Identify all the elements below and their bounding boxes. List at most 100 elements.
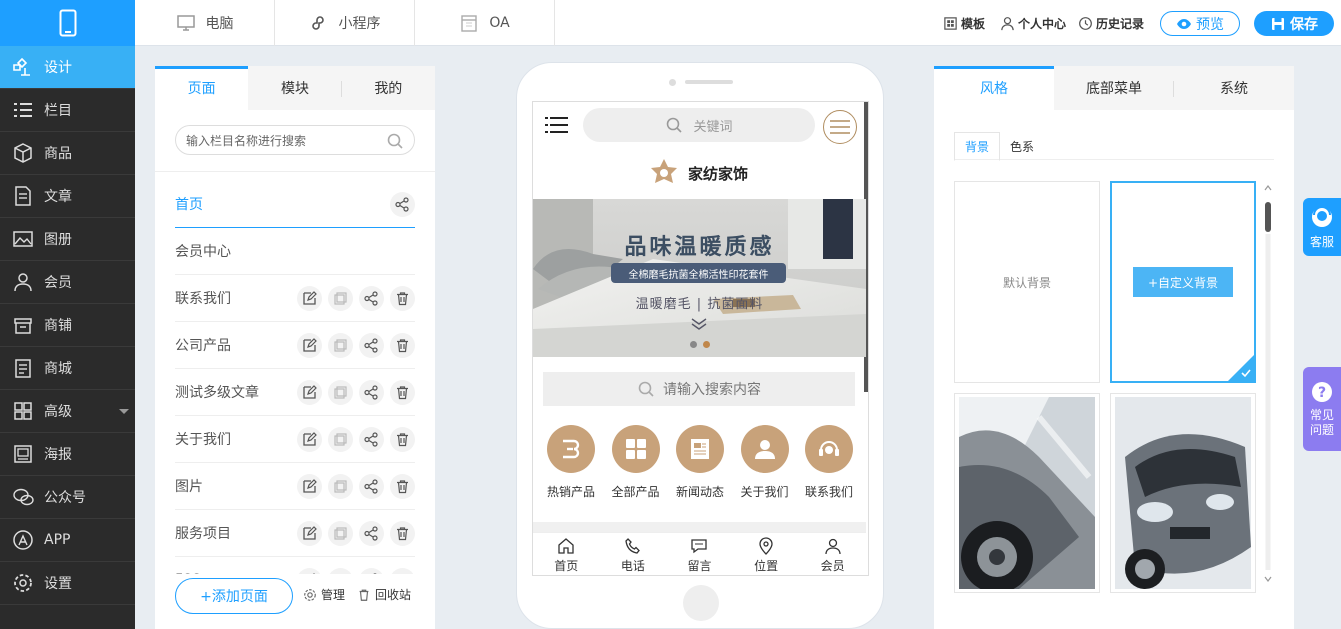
tab-mine[interactable]: 我的 <box>342 66 435 110</box>
delete-button[interactable] <box>390 285 415 311</box>
quick-link-all-products[interactable]: 全部产品 <box>605 425 667 500</box>
share-button[interactable] <box>359 426 384 452</box>
copy-button[interactable] <box>328 426 353 452</box>
page-row[interactable]: 服务项目 <box>175 510 415 557</box>
car-background-option-2[interactable] <box>1110 393 1256 593</box>
tabbar-member[interactable]: 会员 <box>799 533 866 575</box>
personal-center-link[interactable]: 个人中心 <box>1000 0 1066 46</box>
device-tab-pc[interactable]: 电脑 <box>135 0 275 46</box>
sidebar-item-shop[interactable]: 商铺 <box>0 304 135 347</box>
subtab-color-scheme[interactable]: 色系 <box>1000 132 1044 160</box>
add-page-button[interactable]: +添加页面 <box>175 578 293 614</box>
manage-link[interactable]: 管理 <box>303 586 345 603</box>
hamburger-circle-button[interactable] <box>823 110 857 144</box>
sidebar-item-grid[interactable]: 高级 <box>0 390 135 433</box>
sidebar-item-design[interactable]: 设计 <box>0 46 135 89</box>
sidebar-item-user[interactable]: 会员 <box>0 261 135 304</box>
car-background-option-1[interactable] <box>954 393 1100 593</box>
tabbar-home[interactable]: 首页 <box>533 533 600 575</box>
page-row[interactable]: 图片 <box>175 463 415 510</box>
carousel-dot-active[interactable] <box>703 341 710 348</box>
carousel-dot[interactable] <box>690 341 697 348</box>
tabbar-location[interactable]: 位置 <box>733 533 800 575</box>
delete-button[interactable] <box>390 332 415 358</box>
caret-down-icon[interactable] <box>119 409 129 414</box>
copy-button[interactable] <box>328 332 353 358</box>
share-button[interactable] <box>359 520 384 546</box>
delete-button[interactable] <box>390 567 415 574</box>
custom-background-button[interactable]: +自定义背景 <box>1133 267 1233 297</box>
delete-button[interactable] <box>390 379 415 405</box>
sidebar-item-poster[interactable]: 海报 <box>0 433 135 476</box>
phone-search-bar[interactable]: 关键词 <box>583 108 815 142</box>
delete-button[interactable] <box>390 426 415 452</box>
edit-button[interactable] <box>297 567 322 574</box>
quick-link-about[interactable]: 关于我们 <box>734 425 796 500</box>
tabbar-phone[interactable]: 电话 <box>600 533 667 575</box>
sidebar-item-wechat[interactable]: 公众号 <box>0 476 135 519</box>
sidebar-item-image[interactable]: 图册 <box>0 218 135 261</box>
phone-screen[interactable]: 关键词 家纺家饰 品味温暖质感 全棉磨毛抗菌全棉活性印花套件 温暖磨毛 | 抗菌… <box>532 101 869 576</box>
subtab-background[interactable]: 背景 <box>954 132 1001 161</box>
share-button[interactable] <box>390 191 415 217</box>
edit-button[interactable] <box>297 520 322 546</box>
page-search-input[interactable]: 输入栏目名称进行搜索 <box>175 125 415 155</box>
tab-bottom-menu[interactable]: 底部菜单 <box>1054 66 1174 110</box>
tab-modules[interactable]: 模块 <box>248 66 342 110</box>
tab-pages[interactable]: 页面 <box>155 66 249 110</box>
edit-button[interactable] <box>297 332 322 358</box>
copy-button[interactable] <box>328 567 353 574</box>
background-list-scrollbar[interactable] <box>1264 184 1272 584</box>
quick-link-contact[interactable]: 联系我们 <box>798 425 860 500</box>
custom-background-option[interactable]: +自定义背景 <box>1110 181 1256 383</box>
preview-button[interactable]: 预览 <box>1160 11 1240 36</box>
share-button[interactable] <box>359 473 384 499</box>
page-row[interactable]: 联系我们 <box>175 275 415 322</box>
edit-button[interactable] <box>297 285 322 311</box>
sidebar-item-app-store[interactable]: APP <box>0 519 135 562</box>
share-button[interactable] <box>359 567 384 574</box>
sidebar-item-gear[interactable]: 设置 <box>0 562 135 605</box>
edit-button[interactable] <box>297 379 322 405</box>
mobile-device-logo[interactable] <box>0 0 135 46</box>
edit-button[interactable] <box>297 426 322 452</box>
copy-button[interactable] <box>328 520 353 546</box>
sidebar-item-mall[interactable]: 商城 <box>0 347 135 390</box>
menu-icon[interactable] <box>545 116 569 134</box>
search-icon[interactable] <box>386 132 404 150</box>
edit-button[interactable] <box>297 473 322 499</box>
page-row[interactable]: 首页 <box>175 181 415 228</box>
customer-service-button[interactable]: 客服 <box>1303 198 1341 256</box>
page-row[interactable]: 522 <box>175 557 415 574</box>
device-tab-mini-program[interactable]: 小程序 <box>275 0 415 46</box>
banner-carousel[interactable]: 品味温暖质感 全棉磨毛抗菌全棉活性印花套件 温暖磨毛 | 抗菌面料 <box>533 199 866 357</box>
copy-button[interactable] <box>328 379 353 405</box>
content-search-bar[interactable]: 请输入搜索内容 <box>543 372 855 406</box>
tabbar-message[interactable]: 留言 <box>666 533 733 575</box>
save-button[interactable]: 保存 <box>1254 11 1334 36</box>
page-row[interactable]: 会员中心 <box>175 228 415 275</box>
share-button[interactable] <box>359 379 384 405</box>
share-button[interactable] <box>359 285 384 311</box>
share-button[interactable] <box>359 332 384 358</box>
recycle-bin-link[interactable]: 回收站 <box>357 586 411 603</box>
page-row[interactable]: 公司产品 <box>175 322 415 369</box>
copy-button[interactable] <box>328 285 353 311</box>
page-row[interactable]: 测试多级文章 <box>175 369 415 416</box>
tab-style[interactable]: 风格 <box>934 66 1054 110</box>
tab-system[interactable]: 系统 <box>1174 66 1294 110</box>
quick-link-news[interactable]: 新闻动态 <box>669 425 731 500</box>
template-link[interactable]: 模板 <box>943 0 985 46</box>
delete-button[interactable] <box>390 473 415 499</box>
sidebar-item-list[interactable]: 栏目 <box>0 89 135 132</box>
sidebar-item-box[interactable]: 商品 <box>0 132 135 175</box>
default-background-option[interactable]: 默认背景 <box>954 181 1100 383</box>
page-row[interactable]: 关于我们 <box>175 416 415 463</box>
device-tab-oa[interactable]: OA <box>415 0 555 46</box>
sidebar-item-article[interactable]: 文章 <box>0 175 135 218</box>
faq-button[interactable]: ? 常见问题 <box>1303 367 1341 451</box>
chevron-down-icon[interactable] <box>690 317 708 331</box>
history-link[interactable]: 历史记录 <box>1078 0 1144 46</box>
quick-link-hot-products[interactable]: 热销产品 <box>540 425 602 500</box>
delete-button[interactable] <box>390 520 415 546</box>
